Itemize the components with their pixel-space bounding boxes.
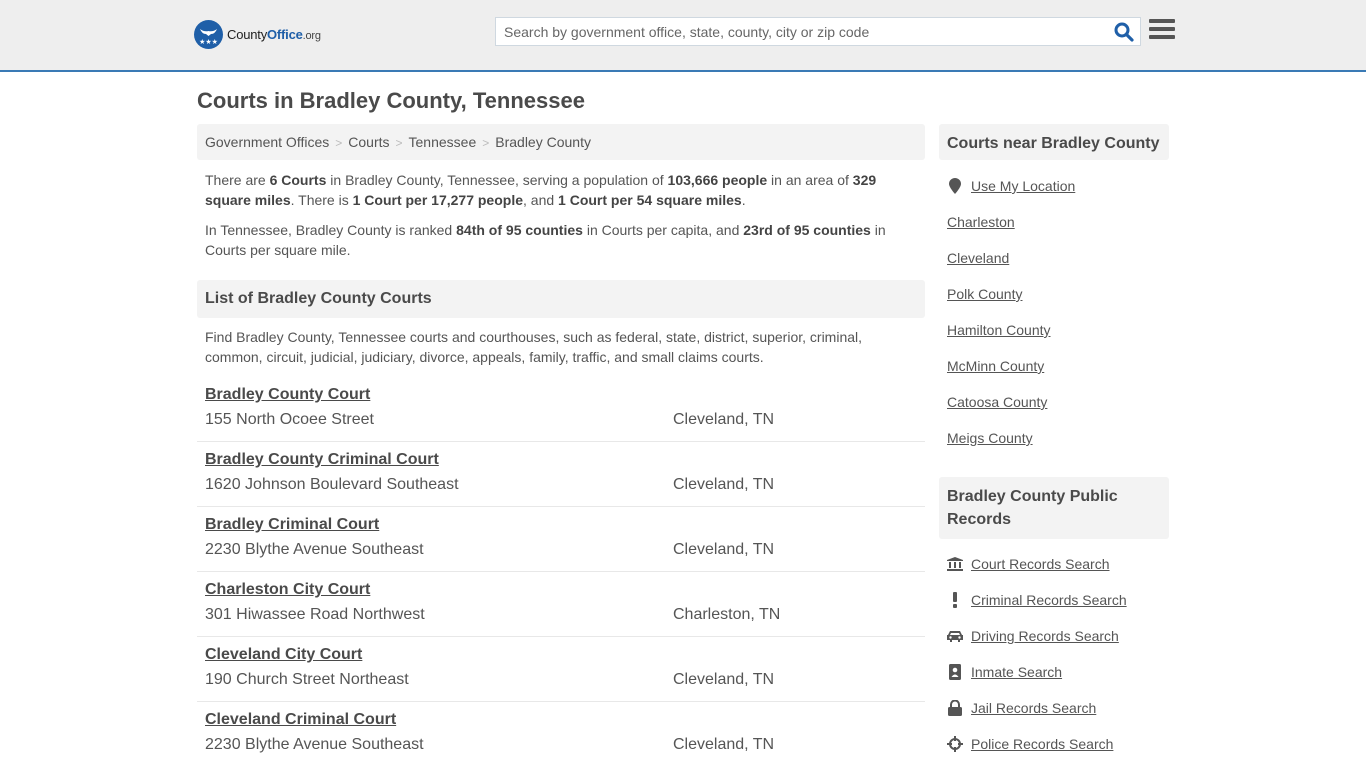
car-icon	[947, 628, 963, 644]
breadcrumb-government-offices[interactable]: Government Offices	[205, 134, 329, 150]
court-address: 2230 Blythe Avenue Southeast	[205, 541, 424, 558]
court-count: 6 Courts	[269, 172, 327, 188]
court-city: Cleveland, TN	[673, 671, 775, 688]
logo-county: County	[227, 27, 267, 42]
court-list-item: Bradley County Court 155 North Ocoee Str…	[197, 377, 925, 442]
court-address: 301 Hiwassee Road Northwest	[205, 606, 425, 623]
court-list-item: Bradley Criminal Court 2230 Blythe Avenu…	[197, 507, 925, 572]
court-address: 1620 Johnson Boulevard Southeast	[205, 476, 459, 493]
logo-wordmark: CountyOffice.org	[227, 27, 321, 42]
link-label: Driving Records Search	[971, 628, 1119, 644]
id-badge-icon	[947, 664, 963, 680]
police-records-search-link[interactable]: Police Records Search	[947, 736, 1113, 752]
jail-records-search-link[interactable]: Jail Records Search	[947, 700, 1096, 716]
link-label: Jail Records Search	[971, 700, 1097, 716]
breadcrumb-courts[interactable]: Courts	[348, 134, 389, 150]
criminal-records-search-link[interactable]: Criminal Records Search	[947, 592, 1127, 608]
population: 103,666 people	[667, 172, 768, 188]
eagle-stars-logo-icon: ★★★	[194, 20, 223, 49]
map-marker-icon	[947, 178, 963, 194]
rank-per-capita: 84th of 95 counties	[456, 222, 583, 238]
search-icon[interactable]	[1114, 22, 1134, 42]
court-name-link[interactable]: Charleston City Court	[205, 581, 370, 599]
court-address: 2230 Blythe Avenue Southeast	[205, 736, 424, 753]
court-city: Cleveland, TN	[673, 736, 775, 753]
public-records-heading: Bradley County Public Records	[939, 477, 1169, 539]
text: in an area of	[767, 172, 853, 188]
court-name-link[interactable]: Bradley County Criminal Court	[205, 451, 439, 469]
logo-office: Office	[267, 27, 303, 42]
courts-list-heading: List of Bradley County Courts	[197, 280, 925, 318]
court-list-item: Cleveland Criminal Court 2230 Blythe Ave…	[197, 702, 925, 767]
court-list-item: Cleveland City Court 190 Church Street N…	[197, 637, 925, 702]
search-box	[495, 17, 1141, 46]
nearby-link[interactable]: McMinn County	[947, 358, 1044, 374]
text: There are	[205, 172, 270, 188]
text: In Tennessee, Bradley County is ranked	[205, 222, 457, 238]
text: in Bradley County, Tennessee, serving a …	[326, 172, 668, 188]
per-capita: 1 Court per 17,277 people	[352, 192, 524, 208]
nearby-link[interactable]: Meigs County	[947, 430, 1033, 446]
text: . There is	[290, 192, 353, 208]
intro-paragraph-rank: In Tennessee, Bradley County is ranked 8…	[205, 220, 917, 260]
nearby-link[interactable]: Polk County	[947, 286, 1022, 302]
intro-summary: There are 6 Courts in Bradley County, Te…	[205, 170, 917, 270]
search-input[interactable]	[496, 18, 1106, 45]
court-address: 190 Church Street Northeast	[205, 671, 409, 688]
link-label: Criminal Records Search	[971, 592, 1127, 608]
breadcrumb: Government Offices > Courts > Tennessee > Brad…	[197, 124, 925, 160]
text: in Courts per capita, and	[582, 222, 744, 238]
breadcrumb-separator: >	[335, 136, 343, 150]
driving-records-search-link[interactable]: Driving Records Search	[947, 628, 1119, 644]
breadcrumb-separator: >	[395, 136, 403, 150]
court-name-link[interactable]: Cleveland Criminal Court	[205, 711, 396, 729]
court-city: Cleveland, TN	[673, 476, 775, 493]
link-label: Court Records Search	[971, 556, 1110, 572]
court-city: Cleveland, TN	[673, 411, 775, 428]
site-logo[interactable]: ★★★ CountyOffice.org	[194, 20, 321, 49]
link-label: Police Records Search	[971, 736, 1114, 752]
court-name-link[interactable]: Cleveland City Court	[205, 646, 362, 664]
per-area: 1 Court per 54 square miles	[558, 192, 742, 208]
court-name-link[interactable]: Bradley Criminal Court	[205, 516, 379, 534]
courthouse-icon	[947, 556, 963, 572]
courts-list: Bradley County Court 155 North Ocoee Str…	[197, 377, 925, 767]
exclamation-icon	[947, 592, 963, 608]
court-name-link[interactable]: Bradley County Court	[205, 386, 370, 404]
logo-org: .org	[302, 30, 321, 42]
breadcrumb-separator: >	[482, 136, 490, 150]
use-my-location-label: Use My Location	[971, 178, 1076, 194]
court-city: Cleveland, TN	[673, 541, 775, 558]
nearby-link[interactable]: Catoosa County	[947, 394, 1047, 410]
court-address: 155 North Ocoee Street	[205, 411, 374, 428]
svg-text:★★★: ★★★	[199, 38, 218, 46]
crosshairs-icon	[947, 736, 963, 752]
court-list-item: Charleston City Court 301 Hiwassee Road …	[197, 572, 925, 637]
nearby-link[interactable]: Charleston	[947, 214, 1015, 230]
nearby-courts-heading: Courts near Bradley County	[939, 124, 1169, 160]
breadcrumb-bradley-county[interactable]: Bradley County	[495, 134, 591, 150]
text: .	[741, 192, 746, 208]
intro-paragraph-stats: There are 6 Courts in Bradley County, Te…	[205, 170, 917, 210]
breadcrumb-tennessee[interactable]: Tennessee	[409, 134, 477, 150]
nearby-link[interactable]: Cleveland	[947, 250, 1009, 266]
page-title: Courts in Bradley County, Tennessee	[197, 88, 585, 113]
hamburger-menu-icon[interactable]	[1149, 19, 1175, 43]
site-header: ★★★ CountyOffice.org	[0, 0, 1366, 72]
use-my-location-link[interactable]: Use My Location	[947, 178, 1075, 194]
rank-per-area: 23rd of 95 counties	[743, 222, 871, 238]
court-list-item: Bradley County Criminal Court 1620 Johns…	[197, 442, 925, 507]
lock-icon	[947, 700, 963, 716]
courts-list-description: Find Bradley County, Tennessee courts an…	[205, 329, 863, 365]
link-label: Inmate Search	[971, 664, 1063, 680]
text: , and	[523, 192, 559, 208]
court-records-search-link[interactable]: Court Records Search	[947, 556, 1110, 572]
inmate-search-link[interactable]: Inmate Search	[947, 664, 1062, 680]
nearby-link[interactable]: Hamilton County	[947, 322, 1051, 338]
court-city: Charleston, TN	[673, 606, 781, 623]
